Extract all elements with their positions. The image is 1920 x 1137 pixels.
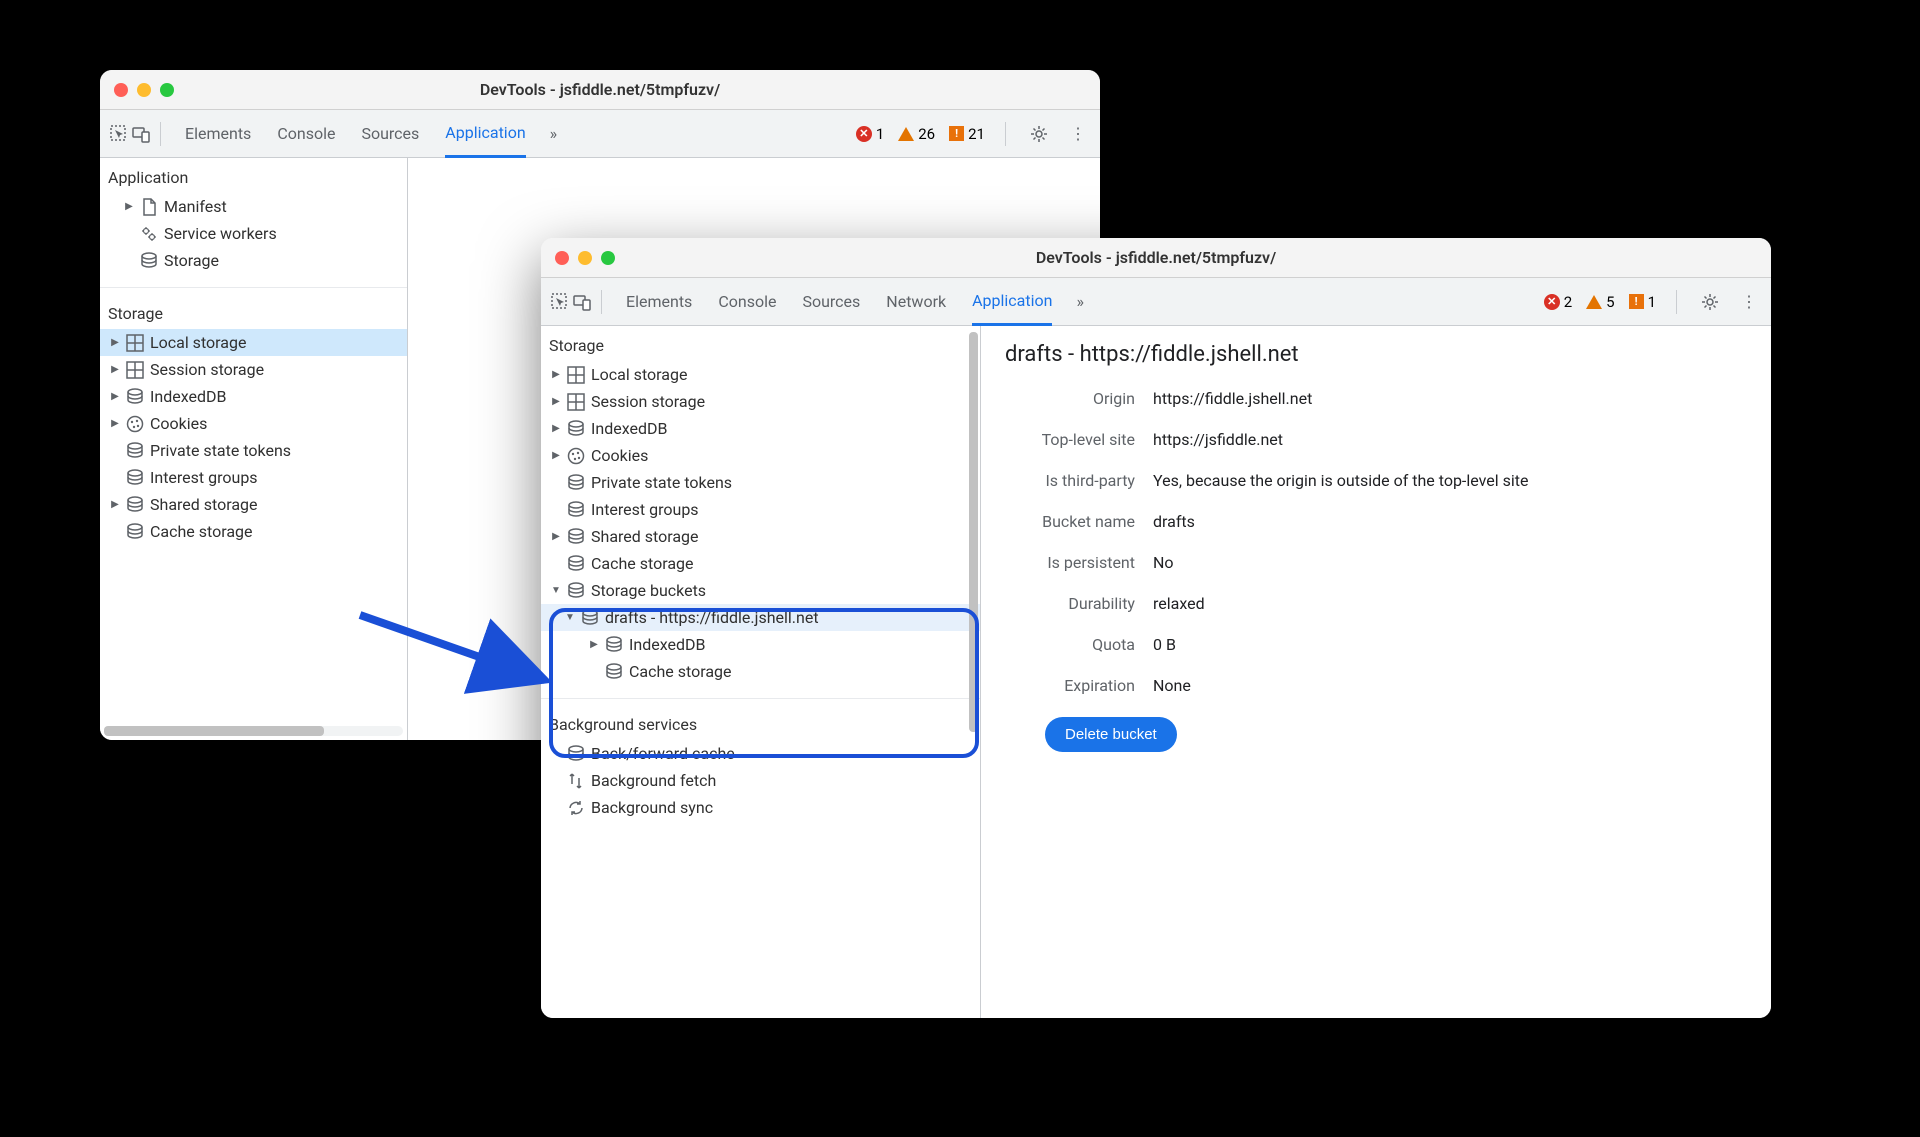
sidebar: Application Manifest Service workers Sto…	[100, 158, 408, 740]
sidebar-item-bfcache[interactable]: Back/forward cache	[541, 740, 980, 767]
devtools-window-2: DevTools - jsfiddle.net/5tmpfuzv/ Elemen…	[541, 238, 1771, 1018]
sidebar-item-private-state-tokens[interactable]: Private state tokens	[100, 437, 407, 464]
sidebar: Storage Local storage Session storage In…	[541, 326, 981, 1018]
window-title: DevTools - jsfiddle.net/5tmpfuzv/	[541, 248, 1771, 267]
label-persistent: Is persistent	[1005, 553, 1135, 572]
tab-application[interactable]: Application	[972, 278, 1052, 326]
sidebar-item-service-workers[interactable]: Service workers	[100, 220, 407, 247]
traffic-lights[interactable]	[114, 83, 174, 97]
sidebar-item-bucket-drafts[interactable]: drafts - https://fiddle.jshell.net	[541, 604, 980, 631]
error-count[interactable]: ✕1	[856, 125, 884, 143]
titlebar: DevTools - jsfiddle.net/5tmpfuzv/	[541, 238, 1771, 278]
sidebar-item-storage[interactable]: Storage	[100, 247, 407, 274]
toolbar: Elements Console Sources Network Applica…	[541, 278, 1771, 326]
sidebar-item-background-sync[interactable]: Background sync	[541, 794, 980, 821]
error-count[interactable]: ✕2	[1544, 293, 1572, 311]
gear-icon[interactable]	[1026, 121, 1052, 147]
warning-count[interactable]: 26	[898, 125, 935, 143]
value-persistent: No	[1153, 553, 1174, 572]
device-icon[interactable]	[132, 125, 150, 143]
window-title: DevTools - jsfiddle.net/5tmpfuzv/	[100, 80, 1100, 99]
label-bucket-name: Bucket name	[1005, 512, 1135, 531]
issue-count[interactable]: !1	[1629, 293, 1656, 311]
maximize-icon[interactable]	[601, 251, 615, 265]
tab-console[interactable]: Console	[718, 278, 776, 326]
tab-sources[interactable]: Sources	[802, 278, 860, 326]
v-scrollbar[interactable]	[969, 332, 978, 802]
label-origin: Origin	[1005, 389, 1135, 408]
detail-pane: drafts - https://fiddle.jshell.net Origi…	[981, 326, 1771, 1018]
label-expiration: Expiration	[1005, 676, 1135, 695]
h-scrollbar[interactable]	[104, 726, 403, 736]
label-third-party: Is third-party	[1005, 471, 1135, 490]
sidebar-item-private-state-tokens[interactable]: Private state tokens	[541, 469, 980, 496]
sidebar-item-cookies[interactable]: Cookies	[100, 410, 407, 437]
minimize-icon[interactable]	[137, 83, 151, 97]
inspect-icon[interactable]	[110, 125, 128, 143]
panel-tabs: Elements Console Sources Network Applica…	[612, 278, 1066, 326]
sidebar-item-interest-groups[interactable]: Interest groups	[100, 464, 407, 491]
value-expiration: None	[1153, 676, 1191, 695]
sidebar-item-shared-storage[interactable]: Shared storage	[100, 491, 407, 518]
value-bucket-name: drafts	[1153, 512, 1195, 531]
sidebar-item-local-storage[interactable]: Local storage	[541, 361, 980, 388]
close-icon[interactable]	[114, 83, 128, 97]
value-top-level-site: https://jsfiddle.net	[1153, 430, 1283, 449]
sidebar-item-cache-storage[interactable]: Cache storage	[541, 550, 980, 577]
sidebar-item-interest-groups[interactable]: Interest groups	[541, 496, 980, 523]
close-icon[interactable]	[555, 251, 569, 265]
toolbar: Elements Console Sources Application » ✕…	[100, 110, 1100, 158]
sidebar-item-shared-storage[interactable]: Shared storage	[541, 523, 980, 550]
tab-sources[interactable]: Sources	[361, 110, 419, 158]
tab-network[interactable]: Network	[886, 278, 946, 326]
tab-console[interactable]: Console	[277, 110, 335, 158]
sidebar-item-indexeddb[interactable]: IndexedDB	[541, 415, 980, 442]
section-storage: Storage	[541, 326, 980, 361]
kebab-icon[interactable]: ⋮	[1737, 288, 1761, 315]
value-quota: 0 B	[1153, 635, 1176, 654]
warning-count[interactable]: 5	[1586, 293, 1614, 311]
traffic-lights[interactable]	[555, 251, 615, 265]
sidebar-item-session-storage[interactable]: Session storage	[100, 356, 407, 383]
delete-bucket-button[interactable]: Delete bucket	[1045, 717, 1177, 752]
detail-title: drafts - https://fiddle.jshell.net	[1005, 342, 1747, 367]
sidebar-item-session-storage[interactable]: Session storage	[541, 388, 980, 415]
panel-tabs: Elements Console Sources Application	[171, 110, 540, 158]
section-background-services: Background services	[541, 705, 980, 740]
value-durability: relaxed	[1153, 594, 1205, 613]
titlebar: DevTools - jsfiddle.net/5tmpfuzv/	[100, 70, 1100, 110]
value-third-party: Yes, because the origin is outside of th…	[1153, 471, 1528, 490]
sidebar-item-cookies[interactable]: Cookies	[541, 442, 980, 469]
tab-elements[interactable]: Elements	[185, 110, 251, 158]
maximize-icon[interactable]	[160, 83, 174, 97]
label-quota: Quota	[1005, 635, 1135, 654]
gear-icon[interactable]	[1697, 289, 1723, 315]
sidebar-item-bucket-cache[interactable]: Cache storage	[541, 658, 980, 685]
sidebar-item-manifest[interactable]: Manifest	[100, 193, 407, 220]
overflow-icon[interactable]: »	[544, 124, 564, 143]
section-application: Application	[100, 158, 407, 193]
minimize-icon[interactable]	[578, 251, 592, 265]
inspect-icon[interactable]	[551, 293, 569, 311]
sidebar-item-storage-buckets[interactable]: Storage buckets	[541, 577, 980, 604]
device-icon[interactable]	[573, 293, 591, 311]
section-storage: Storage	[100, 294, 407, 329]
label-durability: Durability	[1005, 594, 1135, 613]
sidebar-item-local-storage[interactable]: Local storage	[100, 329, 407, 356]
issue-count[interactable]: !21	[949, 125, 985, 143]
sidebar-item-bucket-idb[interactable]: IndexedDB	[541, 631, 980, 658]
value-origin: https://fiddle.jshell.net	[1153, 389, 1312, 408]
tab-elements[interactable]: Elements	[626, 278, 692, 326]
sidebar-item-cache-storage[interactable]: Cache storage	[100, 518, 407, 545]
label-top-level-site: Top-level site	[1005, 430, 1135, 449]
kebab-icon[interactable]: ⋮	[1066, 120, 1090, 147]
overflow-icon[interactable]: »	[1070, 292, 1090, 311]
sidebar-item-background-fetch[interactable]: Background fetch	[541, 767, 980, 794]
sidebar-item-indexeddb[interactable]: IndexedDB	[100, 383, 407, 410]
tab-application[interactable]: Application	[445, 110, 525, 158]
